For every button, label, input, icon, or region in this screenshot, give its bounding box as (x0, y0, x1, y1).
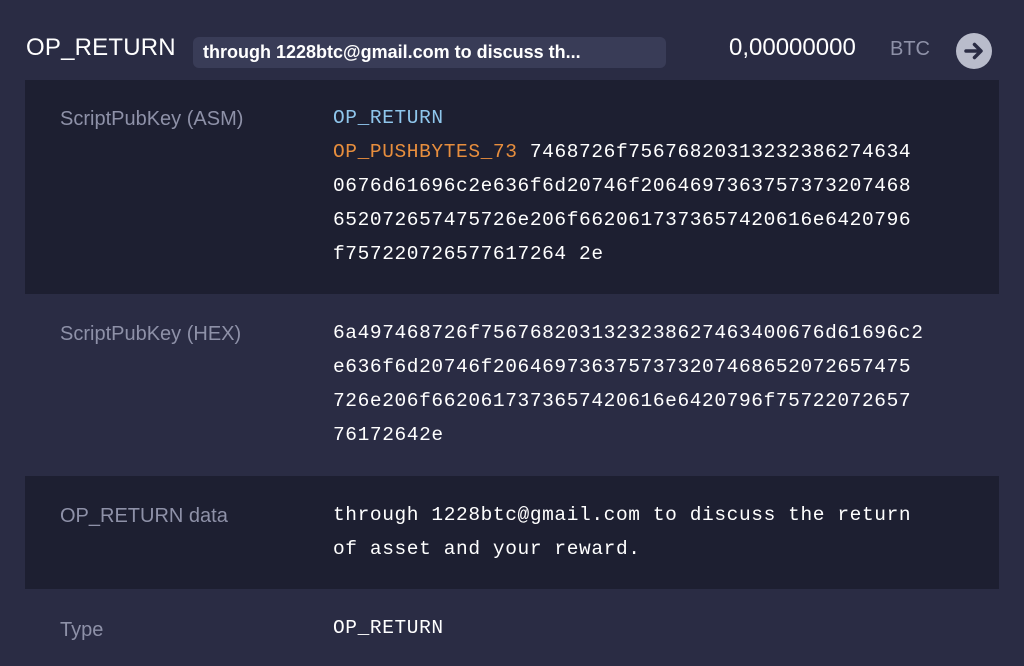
pushbytes-opcode: OP_PUSHBYTES_73 (333, 141, 518, 163)
scriptpubkey-asm-value: OP_RETURN OP_PUSHBYTES_73 7468726f756768… (333, 101, 983, 271)
arrow-right-circle-icon[interactable] (956, 33, 992, 69)
output-type-title: OP_RETURN (26, 34, 176, 61)
scriptpubkey-hex-row: ScriptPubKey (HEX) 6a497468726f756768203… (25, 294, 999, 476)
hex-line-1: 6a497468726f7567682031323238627463400676… (333, 322, 924, 344)
scriptpubkey-asm-label: ScriptPubKey (ASM) (60, 108, 244, 130)
op-return-data-row: OP_RETURN data through 1228btc@gmail.com… (25, 476, 999, 589)
scriptpubkey-asm-row: ScriptPubKey (ASM) OP_RETURN OP_PUSHBYTE… (25, 80, 999, 294)
data-line-2: of asset and your reward. (333, 538, 641, 560)
op-return-data-label: OP_RETURN data (60, 505, 228, 527)
hex-line-2: e636f6d20746f206469736375737320746865207… (333, 356, 912, 378)
transaction-output-panel: OP_RETURN through 1228btc@gmail.com to d… (0, 0, 1024, 666)
push-data-line-3: 652072657475726e206f6620617373657420616e… (333, 209, 912, 231)
type-row: Type OP_RETURN (25, 589, 999, 666)
hex-line-4: 76172642e (333, 424, 444, 446)
push-data-line-1: 7468726f75676820313232386274634 (529, 141, 912, 163)
scriptpubkey-hex-label: ScriptPubKey (HEX) (60, 323, 242, 345)
amount-unit: BTC (890, 38, 930, 60)
push-data-line-4: f757220726577617264 2e (333, 243, 604, 265)
type-label: Type (60, 619, 104, 641)
op-return-opcode: OP_RETURN (333, 107, 444, 129)
output-amount: 0,00000000 (729, 34, 856, 61)
output-header: OP_RETURN through 1228btc@gmail.com to d… (0, 0, 1024, 80)
push-data-line-2: 0676d61696c2e636f6d20746f206469736375737… (333, 175, 912, 197)
hex-line-3: 726e206f6620617373657420616e6420796f7572… (333, 390, 912, 412)
type-value: OP_RETURN (333, 617, 444, 639)
data-line-1: through 1228btc@gmail.com to discuss the… (333, 504, 912, 526)
scriptpubkey-hex-value: 6a497468726f7567682031323238627463400676… (333, 316, 983, 452)
op-return-preview-badge: through 1228btc@gmail.com to discuss th.… (193, 37, 666, 68)
op-return-data-value: through 1228btc@gmail.com to discuss the… (333, 498, 983, 566)
